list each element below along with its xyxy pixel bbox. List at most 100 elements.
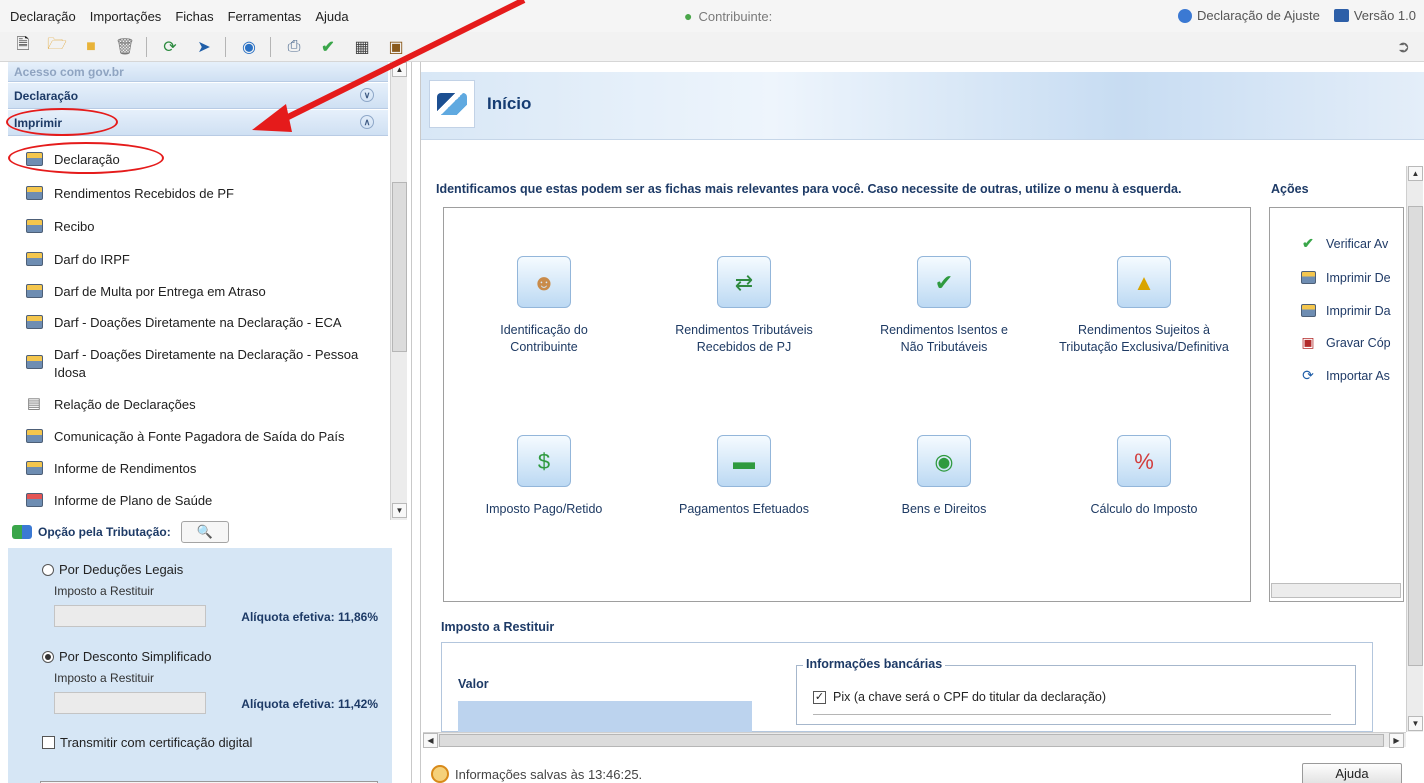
trash-icon[interactable]: 🗑: [114, 36, 136, 58]
pix-option[interactable]: ✓ Pix (a chave será o CPF do titular da …: [813, 690, 1106, 704]
valor-field: [458, 701, 752, 733]
imprimir-item-darf-irpf[interactable]: Darf do IRPF: [8, 251, 392, 269]
contribuinte-info: ● Contribuinte:: [684, 8, 772, 24]
printer-icon: [24, 251, 44, 267]
verify-check-icon[interactable]: ✔: [317, 36, 339, 58]
scroll-up-icon[interactable]: ▲: [392, 62, 407, 77]
acao-label: Verificar Av: [1326, 236, 1389, 251]
card-identificacao[interactable]: ☻ Identificação do Contribuinte: [444, 256, 644, 356]
scroll-down-icon[interactable]: ▼: [392, 503, 407, 518]
receita-icon[interactable]: ◉: [238, 36, 260, 58]
calculator-icon[interactable]: ▦: [351, 36, 373, 58]
acao-verificar[interactable]: ✔ Verificar Av: [1300, 235, 1389, 251]
printer-icon: [24, 460, 44, 476]
scroll-down-icon[interactable]: ▼: [1408, 716, 1423, 731]
imprimir-item-darf-idosa[interactable]: Darf - Doações Diretamente na Declaração…: [8, 346, 368, 382]
scroll-up-icon[interactable]: ▲: [1408, 166, 1423, 181]
printer-icon: [24, 283, 44, 299]
exit-icon[interactable]: ➲: [1397, 37, 1410, 57]
imprimir-item-informe-rendimentos[interactable]: Informe de Rendimentos: [8, 460, 392, 478]
radio-desconto-simplificado[interactable]: [42, 650, 54, 663]
print-icon[interactable]: ⎙: [283, 36, 305, 58]
save-disk-icon: ▣: [1301, 334, 1315, 350]
card-pagamentos[interactable]: ▬ Pagamentos Efetuados: [644, 435, 844, 518]
open-file-icon[interactable]: 🗁: [46, 36, 68, 58]
imprimir-item-comunicacao[interactable]: Comunicação à Fonte Pagadora de Saída do…: [8, 428, 392, 446]
receita-logo-icon: [429, 80, 475, 128]
imprimir-item-recibo[interactable]: Recibo: [8, 218, 392, 236]
scroll-right-icon[interactable]: ▶: [1389, 733, 1404, 748]
certificacao-checkbox[interactable]: [42, 736, 55, 749]
main-vscrollbar[interactable]: ▲ ▼: [1406, 166, 1423, 732]
imprimir-item-plano-saude[interactable]: Informe de Plano de Saúde: [8, 492, 392, 510]
acao-label: Gravar Cóp: [1326, 335, 1391, 350]
income-pj-icon: ⇄: [717, 256, 771, 308]
ajuda-button[interactable]: Ajuda: [1302, 763, 1402, 783]
imprimir-item-darf-eca[interactable]: Darf - Doações Diretamente na Declaração…: [8, 314, 392, 332]
printer-icon: [24, 185, 44, 201]
folder-icon[interactable]: ■: [80, 36, 102, 58]
document-stack-icon: ▤: [26, 395, 42, 412]
annotation-circle-imprimir: [6, 108, 118, 136]
imprimir-item-darf-multa[interactable]: Darf de Multa por Entrega em Atraso: [8, 283, 392, 301]
acao-imprimir-darf[interactable]: Imprimir Da: [1300, 303, 1391, 318]
imprimir-item-label: Darf de Multa por Entrega em Atraso: [54, 284, 266, 299]
help-book-icon[interactable]: ▣: [385, 36, 407, 58]
printer-icon: [24, 218, 44, 234]
check-icon: ✔: [1302, 235, 1314, 251]
sync-icon[interactable]: ⟳: [159, 36, 181, 58]
sidebar-scrollbar[interactable]: ▲ ▼: [390, 62, 407, 520]
acao-imprimir-declaracao[interactable]: Imprimir De: [1300, 270, 1391, 285]
menu-importacoes[interactable]: Importações: [90, 9, 162, 24]
menu-ajuda[interactable]: Ajuda: [315, 9, 348, 24]
card-tributacao-exclusiva[interactable]: ▲ Rendimentos Sujeitos à Tributação Excl…: [1044, 256, 1244, 356]
opcao-label: Por Deduções Legais: [59, 562, 184, 577]
menu-bar: Declaração Importações Fichas Ferramenta…: [0, 0, 1424, 32]
declaration-type-icon: [1177, 8, 1192, 23]
menu-fichas[interactable]: Fichas: [175, 9, 213, 24]
transmit-icon[interactable]: ➤: [193, 36, 215, 58]
acao-gravar-copia[interactable]: ▣ Gravar Cóp: [1300, 334, 1391, 350]
card-label: Rendimentos Sujeitos à Tributação Exclus…: [1059, 323, 1229, 354]
imprimir-item-relacao[interactable]: ▤ Relação de Declarações: [8, 395, 392, 414]
collapse-icon[interactable]: ∧: [360, 115, 374, 129]
tax-paid-icon: $: [517, 435, 571, 487]
certificacao-digital[interactable]: Transmitir com certificação digital: [42, 735, 252, 750]
scroll-left-icon[interactable]: ◀: [423, 733, 438, 748]
acoes-hscrollbar[interactable]: [1271, 583, 1401, 598]
menu-declaracao[interactable]: Declaração: [10, 9, 76, 24]
new-file-icon[interactable]: 🗎: [12, 36, 34, 58]
import-icon: ⟳: [1302, 367, 1314, 383]
scroll-thumb[interactable]: [1408, 206, 1423, 666]
scroll-thumb[interactable]: [439, 734, 1384, 747]
card-bens-direitos[interactable]: ◉ Bens e Direitos: [844, 435, 1044, 518]
accordion-acesso-govbr[interactable]: Acesso com gov.br: [8, 62, 388, 82]
card-calculo-imposto[interactable]: % Cálculo do Imposto: [1044, 435, 1244, 518]
exclusive-tax-icon: ▲: [1117, 256, 1171, 308]
pix-checkbox[interactable]: ✓: [813, 690, 826, 704]
opcao-deducoes-legais[interactable]: Por Deduções Legais: [42, 562, 183, 577]
acao-importar[interactable]: ⟳ Importar As: [1300, 367, 1390, 383]
printer-icon: [24, 354, 44, 370]
aliquota-deducoes: Alíquota efetiva: 11,86%: [241, 610, 378, 624]
valor-deducoes-field: [54, 605, 206, 627]
expand-icon[interactable]: ∨: [360, 88, 374, 102]
acao-label: Importar As: [1326, 368, 1390, 383]
card-rendimentos-pj[interactable]: ⇄ Rendimentos Tributáveis Recebidos de P…: [644, 256, 844, 356]
imprimir-item-label: Comunicação à Fonte Pagadora de Saída do…: [54, 429, 345, 444]
card-label: Bens e Direitos: [901, 502, 987, 516]
scroll-thumb[interactable]: [392, 182, 407, 352]
card-rendimentos-isentos[interactable]: ✔ Rendimentos Isentos e Não Tributáveis: [844, 256, 1044, 356]
main-hscrollbar[interactable]: ◀ ▶: [423, 732, 1406, 748]
imprimir-item-label: Rendimentos Recebidos de PF: [54, 186, 234, 201]
accordion-declaracao[interactable]: Declaração ∨: [8, 83, 388, 109]
card-imposto-pago[interactable]: $ Imposto Pago/Retido: [444, 435, 644, 518]
radio-deducoes-legais[interactable]: [42, 563, 54, 576]
opcao-desconto-simplificado[interactable]: Por Desconto Simplificado: [42, 649, 211, 664]
user-icon: ●: [684, 8, 693, 24]
tributacao-search-button[interactable]: 🔍: [180, 521, 229, 543]
status-message: Informações salvas às 13:46:25.: [431, 765, 642, 783]
imprimir-item-rendimentos-pf[interactable]: Rendimentos Recebidos de PF: [8, 185, 392, 203]
person-icon: ☻: [517, 256, 571, 308]
menu-ferramentas[interactable]: Ferramentas: [228, 9, 302, 24]
